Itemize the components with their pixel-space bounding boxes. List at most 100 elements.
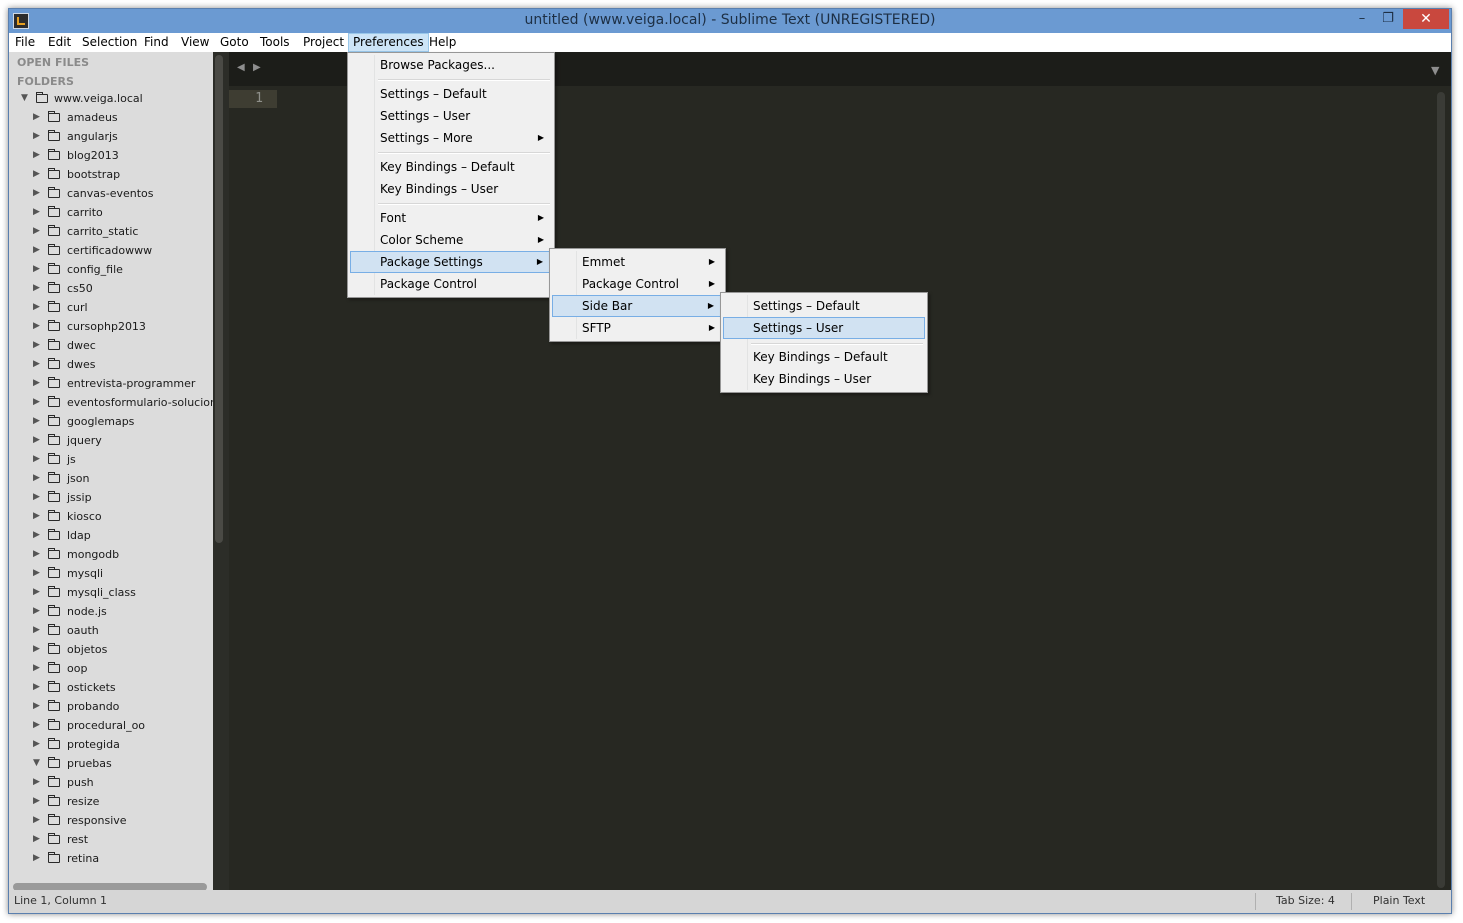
tree-collapsed-icon[interactable]: ▶ bbox=[33, 488, 43, 507]
sidebar-vertical-scrollbar[interactable] bbox=[215, 55, 223, 543]
tree-collapsed-icon[interactable]: ▶ bbox=[33, 792, 43, 811]
folder-icon bbox=[48, 474, 60, 483]
sidebar-settings-user[interactable]: Settings – User bbox=[723, 317, 925, 339]
menu-bar: File Edit Selection Find View Goto Tools… bbox=[9, 33, 1451, 52]
submenu-package-control[interactable]: Package Control ▶ bbox=[552, 273, 723, 295]
sidebar-settings-default[interactable]: Settings – Default bbox=[723, 295, 925, 317]
menu-preferences[interactable]: Preferences bbox=[348, 33, 429, 52]
sidebar-keybindings-default[interactable]: Key Bindings – Default bbox=[723, 346, 925, 368]
submenu-emmet[interactable]: Emmet ▶ bbox=[552, 251, 723, 273]
tree-collapsed-icon[interactable]: ▶ bbox=[33, 203, 43, 222]
menu-package-settings[interactable]: Package Settings ▶ bbox=[350, 251, 552, 273]
tree-expanded-icon[interactable]: ▼ bbox=[21, 89, 31, 108]
tree-collapsed-icon[interactable]: ▶ bbox=[33, 127, 43, 146]
cursor-position: Line 1, Column 1 bbox=[14, 890, 107, 912]
tree-collapsed-icon[interactable]: ▶ bbox=[33, 108, 43, 127]
tree-collapsed-icon[interactable]: ▶ bbox=[33, 355, 43, 374]
tree-collapsed-icon[interactable]: ▶ bbox=[33, 526, 43, 545]
tree-collapsed-icon[interactable]: ▶ bbox=[33, 317, 43, 336]
preferences-menu: Browse Packages... Settings – Default Se… bbox=[347, 52, 555, 298]
menu-color-scheme[interactable]: Color Scheme ▶ bbox=[350, 229, 552, 251]
tree-collapsed-icon[interactable]: ▶ bbox=[33, 450, 43, 469]
tabs-dropdown-icon[interactable]: ▼ bbox=[1431, 64, 1439, 77]
tree-collapsed-icon[interactable]: ▶ bbox=[33, 640, 43, 659]
tree-collapsed-icon[interactable]: ▶ bbox=[33, 697, 43, 716]
menu-font[interactable]: Font ▶ bbox=[350, 207, 552, 229]
tree-collapsed-icon[interactable]: ▶ bbox=[33, 830, 43, 849]
tree-collapsed-icon[interactable]: ▶ bbox=[33, 735, 43, 754]
maximize-button[interactable]: ❐ bbox=[1375, 9, 1401, 29]
tree-collapsed-icon[interactable]: ▶ bbox=[33, 811, 43, 830]
menu-keybindings-default[interactable]: Key Bindings – Default bbox=[350, 156, 552, 178]
submenu-arrow-icon: ▶ bbox=[537, 252, 543, 272]
tree-collapsed-icon[interactable]: ▶ bbox=[33, 393, 43, 412]
menu-keybindings-user[interactable]: Key Bindings – User bbox=[350, 178, 552, 200]
folder-label: js bbox=[67, 450, 76, 469]
tree-collapsed-icon[interactable]: ▶ bbox=[33, 678, 43, 697]
tree-expanded-icon[interactable]: ▼ bbox=[33, 754, 43, 773]
tree-collapsed-icon[interactable]: ▶ bbox=[33, 279, 43, 298]
tab-nav-right-icon[interactable]: ▶ bbox=[253, 62, 261, 73]
close-button[interactable]: ✕ bbox=[1403, 9, 1449, 29]
editor-scrollbar[interactable] bbox=[1437, 92, 1445, 888]
tree-collapsed-icon[interactable]: ▶ bbox=[33, 621, 43, 640]
tree-collapsed-icon[interactable]: ▶ bbox=[33, 602, 43, 621]
tree-collapsed-icon[interactable]: ▶ bbox=[33, 184, 43, 203]
menu-edit[interactable]: Edit bbox=[44, 33, 75, 52]
tree-collapsed-icon[interactable]: ▶ bbox=[33, 849, 43, 868]
menu-selection[interactable]: Selection bbox=[78, 33, 141, 52]
tree-collapsed-icon[interactable]: ▶ bbox=[33, 431, 43, 450]
menu-package-control[interactable]: Package Control bbox=[350, 273, 552, 295]
tree-collapsed-icon[interactable]: ▶ bbox=[33, 716, 43, 735]
menu-file[interactable]: File bbox=[11, 33, 39, 52]
menu-find[interactable]: Find bbox=[140, 33, 173, 52]
tree-collapsed-icon[interactable]: ▶ bbox=[33, 469, 43, 488]
submenu-side-bar[interactable]: Side Bar ▶ bbox=[552, 295, 723, 317]
tree-collapsed-icon[interactable]: ▶ bbox=[33, 659, 43, 678]
tree-collapsed-icon[interactable]: ▶ bbox=[33, 146, 43, 165]
tree-collapsed-icon[interactable]: ▶ bbox=[33, 374, 43, 393]
minimize-button[interactable]: – bbox=[1349, 9, 1375, 29]
folder-label: blog2013 bbox=[67, 146, 119, 165]
folder-label: objetos bbox=[67, 640, 107, 659]
sidebar-keybindings-user[interactable]: Key Bindings – User bbox=[723, 368, 925, 390]
menu-settings-default[interactable]: Settings – Default bbox=[350, 83, 552, 105]
tree-collapsed-icon[interactable]: ▶ bbox=[33, 241, 43, 260]
tree-collapsed-icon[interactable]: ▶ bbox=[33, 583, 43, 602]
menu-settings-user[interactable]: Settings – User bbox=[350, 105, 552, 127]
syntax-indicator[interactable]: Plain Text bbox=[1373, 890, 1425, 912]
menu-settings-more[interactable]: Settings – More ▶ bbox=[350, 127, 552, 149]
tree-collapsed-icon[interactable]: ▶ bbox=[33, 298, 43, 317]
menu-project[interactable]: Project bbox=[299, 33, 348, 52]
submenu-sftp-label: SFTP bbox=[582, 321, 611, 335]
folder-label: rest bbox=[67, 830, 88, 849]
folder-label: carrito bbox=[67, 203, 103, 222]
menu-goto[interactable]: Goto bbox=[216, 33, 253, 52]
submenu-emmet-label: Emmet bbox=[582, 255, 625, 269]
tree-collapsed-icon[interactable]: ▶ bbox=[33, 336, 43, 355]
tree-collapsed-icon[interactable]: ▶ bbox=[33, 507, 43, 526]
menu-help[interactable]: Help bbox=[425, 33, 460, 52]
folder-label: cs50 bbox=[67, 279, 93, 298]
tree-collapsed-icon[interactable]: ▶ bbox=[33, 564, 43, 583]
tree-collapsed-icon[interactable]: ▶ bbox=[33, 260, 43, 279]
submenu-sftp[interactable]: SFTP ▶ bbox=[552, 317, 723, 339]
menu-view[interactable]: View bbox=[177, 33, 213, 52]
tree-collapsed-icon[interactable]: ▶ bbox=[33, 165, 43, 184]
folder-label: amadeus bbox=[67, 108, 118, 127]
tree-collapsed-icon[interactable]: ▶ bbox=[33, 222, 43, 241]
folder-label: eventosformulario-solucion bbox=[67, 393, 213, 412]
menu-browse-packages[interactable]: Browse Packages... bbox=[350, 54, 552, 76]
package-settings-submenu: Emmet ▶ Package Control ▶ Side Bar ▶ SFT… bbox=[549, 248, 726, 342]
folder-icon bbox=[48, 702, 60, 711]
tab-size-indicator[interactable]: Tab Size: 4 bbox=[1276, 890, 1335, 912]
folder-open-icon bbox=[48, 759, 60, 768]
tree-collapsed-icon[interactable]: ▶ bbox=[33, 773, 43, 792]
tab-nav-left-icon[interactable]: ◀ bbox=[237, 62, 245, 73]
menu-tools[interactable]: Tools bbox=[256, 33, 294, 52]
tree-collapsed-icon[interactable]: ▶ bbox=[33, 545, 43, 564]
folder-label: retina bbox=[67, 849, 99, 868]
folder-label: responsive bbox=[67, 811, 127, 830]
status-divider bbox=[1255, 893, 1256, 910]
tree-collapsed-icon[interactable]: ▶ bbox=[33, 412, 43, 431]
